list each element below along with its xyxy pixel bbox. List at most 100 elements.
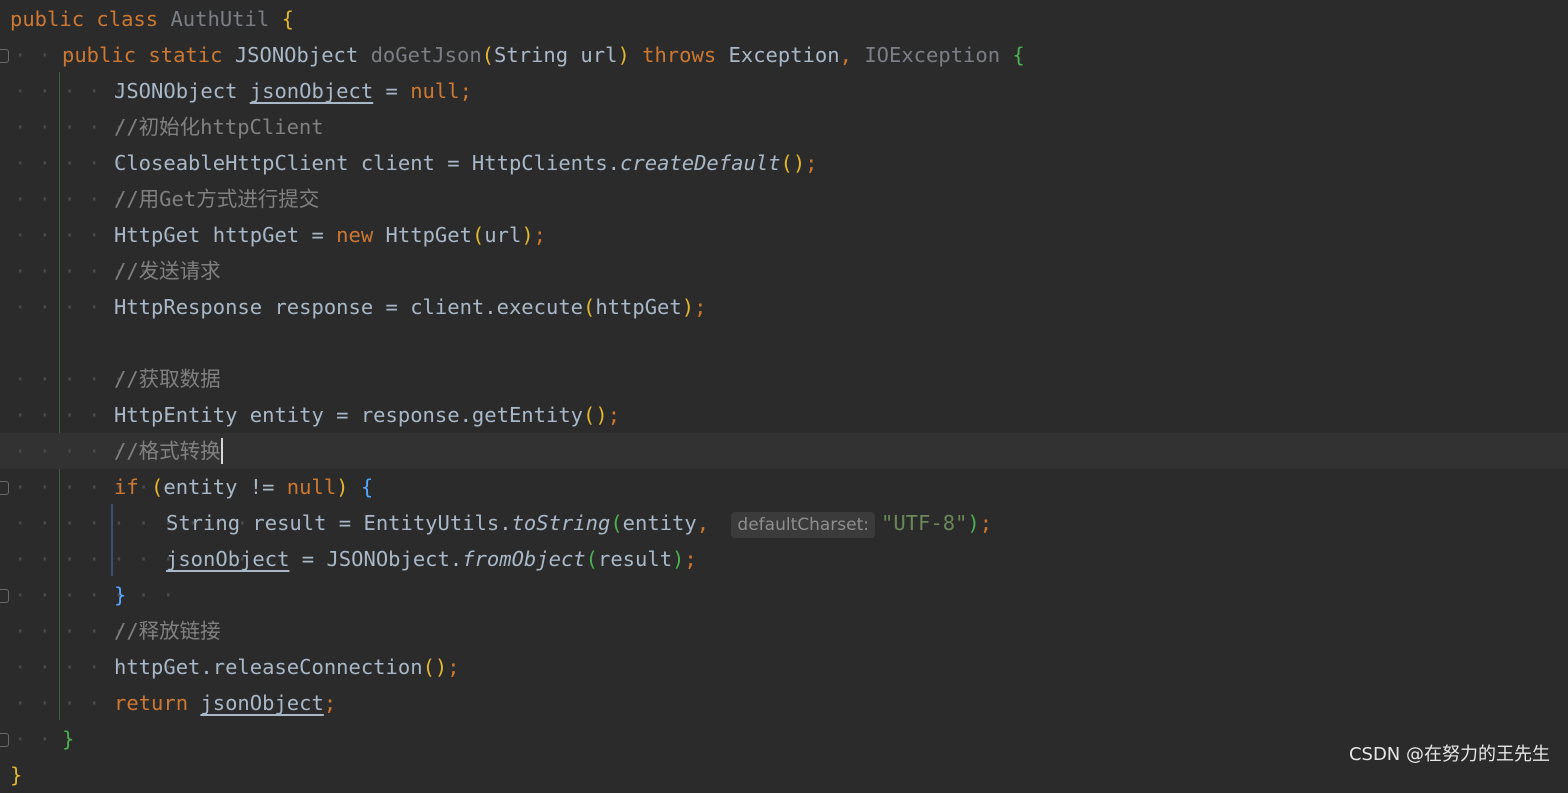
code-line[interactable]: · · · · · · · · · · · jsonObject = JSONOb… — [0, 541, 1568, 577]
code-token: } — [114, 583, 127, 607]
code-token: JSONObject — [234, 43, 371, 67]
code-token: jsonObject — [200, 691, 324, 715]
code-token: createDefault — [620, 151, 781, 175]
code-token: null — [286, 475, 337, 499]
code-token: ) — [967, 511, 980, 535]
code-token: fromObject — [462, 547, 586, 571]
code-token: ; — [447, 655, 460, 679]
code-token: //初始化httpClient — [114, 115, 324, 139]
code-line[interactable]: · · · · · · · HttpEntity entity = respons… — [0, 397, 1568, 433]
code-token: } — [62, 727, 75, 751]
code-token: jsonObject — [249, 79, 374, 103]
code-text: String result = EntityUtils.toString(ent… — [166, 505, 992, 543]
code-token: ( — [481, 43, 495, 67]
code-token: ; — [684, 547, 697, 571]
code-text: jsonObject = JSONObject.fromObject(resul… — [166, 541, 697, 577]
code-token: ( — [585, 547, 598, 571]
code-line[interactable]: · · · · · · ·//释放链接 — [0, 613, 1568, 649]
code-text: //获取数据 — [114, 361, 221, 397]
code-token: //释放链接 — [114, 619, 221, 643]
code-line[interactable]: · · · · · · ·//格式转换 — [0, 433, 1568, 469]
code-line[interactable]: · · · · · · ·//发送请求 — [0, 253, 1568, 289]
code-token: throws — [642, 43, 729, 67]
code-token: JSONObject — [114, 79, 250, 103]
whitespace-marker: · · · · · · · — [14, 583, 175, 607]
code-line[interactable]: · · · · · · ·//获取数据 — [0, 361, 1568, 397]
parameter-hint: defaultCharset: — [731, 512, 875, 538]
code-text: public static JSONObject doGetJson(Strin… — [62, 37, 1025, 73]
code-line[interactable]: · · · · · · · httpGet.releaseConnection()… — [0, 649, 1568, 685]
code-token: } — [10, 763, 23, 787]
code-token: HttpGet — [385, 223, 472, 247]
code-line[interactable]: · · · · · · · HttpResponse response = cli… — [0, 289, 1568, 325]
code-token: () — [422, 655, 448, 679]
code-line[interactable]: · · · · · · · CloseableHttpClient client … — [0, 145, 1568, 181]
code-line[interactable] — [0, 325, 1568, 361]
code-token: public — [10, 7, 97, 31]
code-token: = — [373, 79, 411, 103]
code-token: IOException — [864, 43, 1013, 67]
code-token: ; — [607, 403, 621, 427]
code-token: ( — [610, 511, 623, 535]
code-token: result — [597, 547, 673, 571]
code-token: new — [336, 223, 386, 247]
code-text: //用Get方式进行提交 — [114, 181, 319, 217]
code-text: CloseableHttpClient client = HttpClients… — [114, 145, 818, 181]
code-text: //初始化httpClient — [114, 109, 324, 145]
code-text: JSONObject jsonObject = null; — [114, 73, 472, 109]
code-text: //释放链接 — [114, 613, 221, 649]
code-token: httpGet — [595, 295, 682, 319]
code-token: () — [780, 151, 806, 175]
code-token: ; — [805, 151, 818, 175]
code-line[interactable]: · · · public static JSONObject doGetJson(… — [0, 37, 1568, 73]
code-line[interactable]: · · · · · · · return jsonObject; — [0, 685, 1568, 721]
code-token: String url — [494, 43, 618, 67]
code-line[interactable]: · · · · · · ·//初始化httpClient — [0, 109, 1568, 145]
code-line[interactable]: · · · · · · ·} — [0, 577, 1568, 613]
code-token: class — [96, 7, 171, 31]
code-line[interactable]: · · ·} — [0, 721, 1568, 757]
code-token: ( — [151, 475, 164, 499]
code-text: } — [10, 757, 22, 793]
code-line[interactable]: · · · · · · ·//用Get方式进行提交 — [0, 181, 1568, 217]
code-line[interactable]: · · · · · · · JSONObject jsonObject = nul… — [0, 73, 1568, 109]
code-text: //发送请求 — [114, 253, 221, 289]
code-token: HttpGet httpGet = — [114, 223, 337, 247]
code-line[interactable]: } — [0, 757, 1568, 793]
code-line[interactable]: public class AuthUtil { — [0, 1, 1568, 37]
code-token: ; — [694, 295, 707, 319]
code-token: //用Get方式进行提交 — [114, 187, 320, 211]
code-token: ) — [336, 475, 361, 499]
code-text: //格式转换 — [114, 433, 223, 469]
code-token: //发送请求 — [114, 259, 221, 283]
code-token: jsonObject — [166, 547, 290, 571]
code-line[interactable]: · · · · · · · · · · · String result = Ent… — [0, 505, 1568, 541]
code-token: HttpEntity entity = response.getEntity — [114, 403, 583, 427]
code-editor[interactable]: public class AuthUtil {· · · public stati… — [0, 0, 1568, 787]
code-token: ; — [979, 511, 993, 535]
code-token: null — [410, 79, 460, 103]
code-token: return — [114, 691, 201, 715]
code-token: , — [839, 43, 865, 67]
code-token: entity != — [163, 475, 287, 499]
code-token: HttpResponse response = client.execute — [114, 295, 583, 319]
code-text: HttpEntity entity = response.getEntity()… — [114, 397, 620, 433]
code-text: } — [114, 577, 126, 613]
code-token: //格式转换 — [114, 439, 221, 463]
code-token: = JSONObject. — [289, 547, 463, 571]
code-token: doGetJson — [370, 43, 482, 67]
code-token: "UTF-8" — [881, 511, 968, 535]
watermark: CSDN @在努力的王先生 — [1348, 744, 1550, 765]
code-token: () — [583, 403, 608, 427]
code-line[interactable]: · · · · · · · HttpGet httpGet = new HttpG… — [0, 217, 1568, 253]
code-token: ) — [617, 43, 643, 67]
code-token: { — [1012, 43, 1025, 67]
code-token: ) — [521, 223, 534, 247]
code-token: ; — [459, 79, 472, 103]
code-text: HttpResponse response = client.execute(h… — [114, 289, 706, 325]
code-token: public — [62, 43, 149, 67]
code-token: AuthUtil — [170, 7, 282, 31]
code-token: static — [148, 43, 235, 67]
code-token: toString — [511, 511, 611, 535]
code-line[interactable]: · · · · · · · if (entity != null) { — [0, 469, 1568, 505]
